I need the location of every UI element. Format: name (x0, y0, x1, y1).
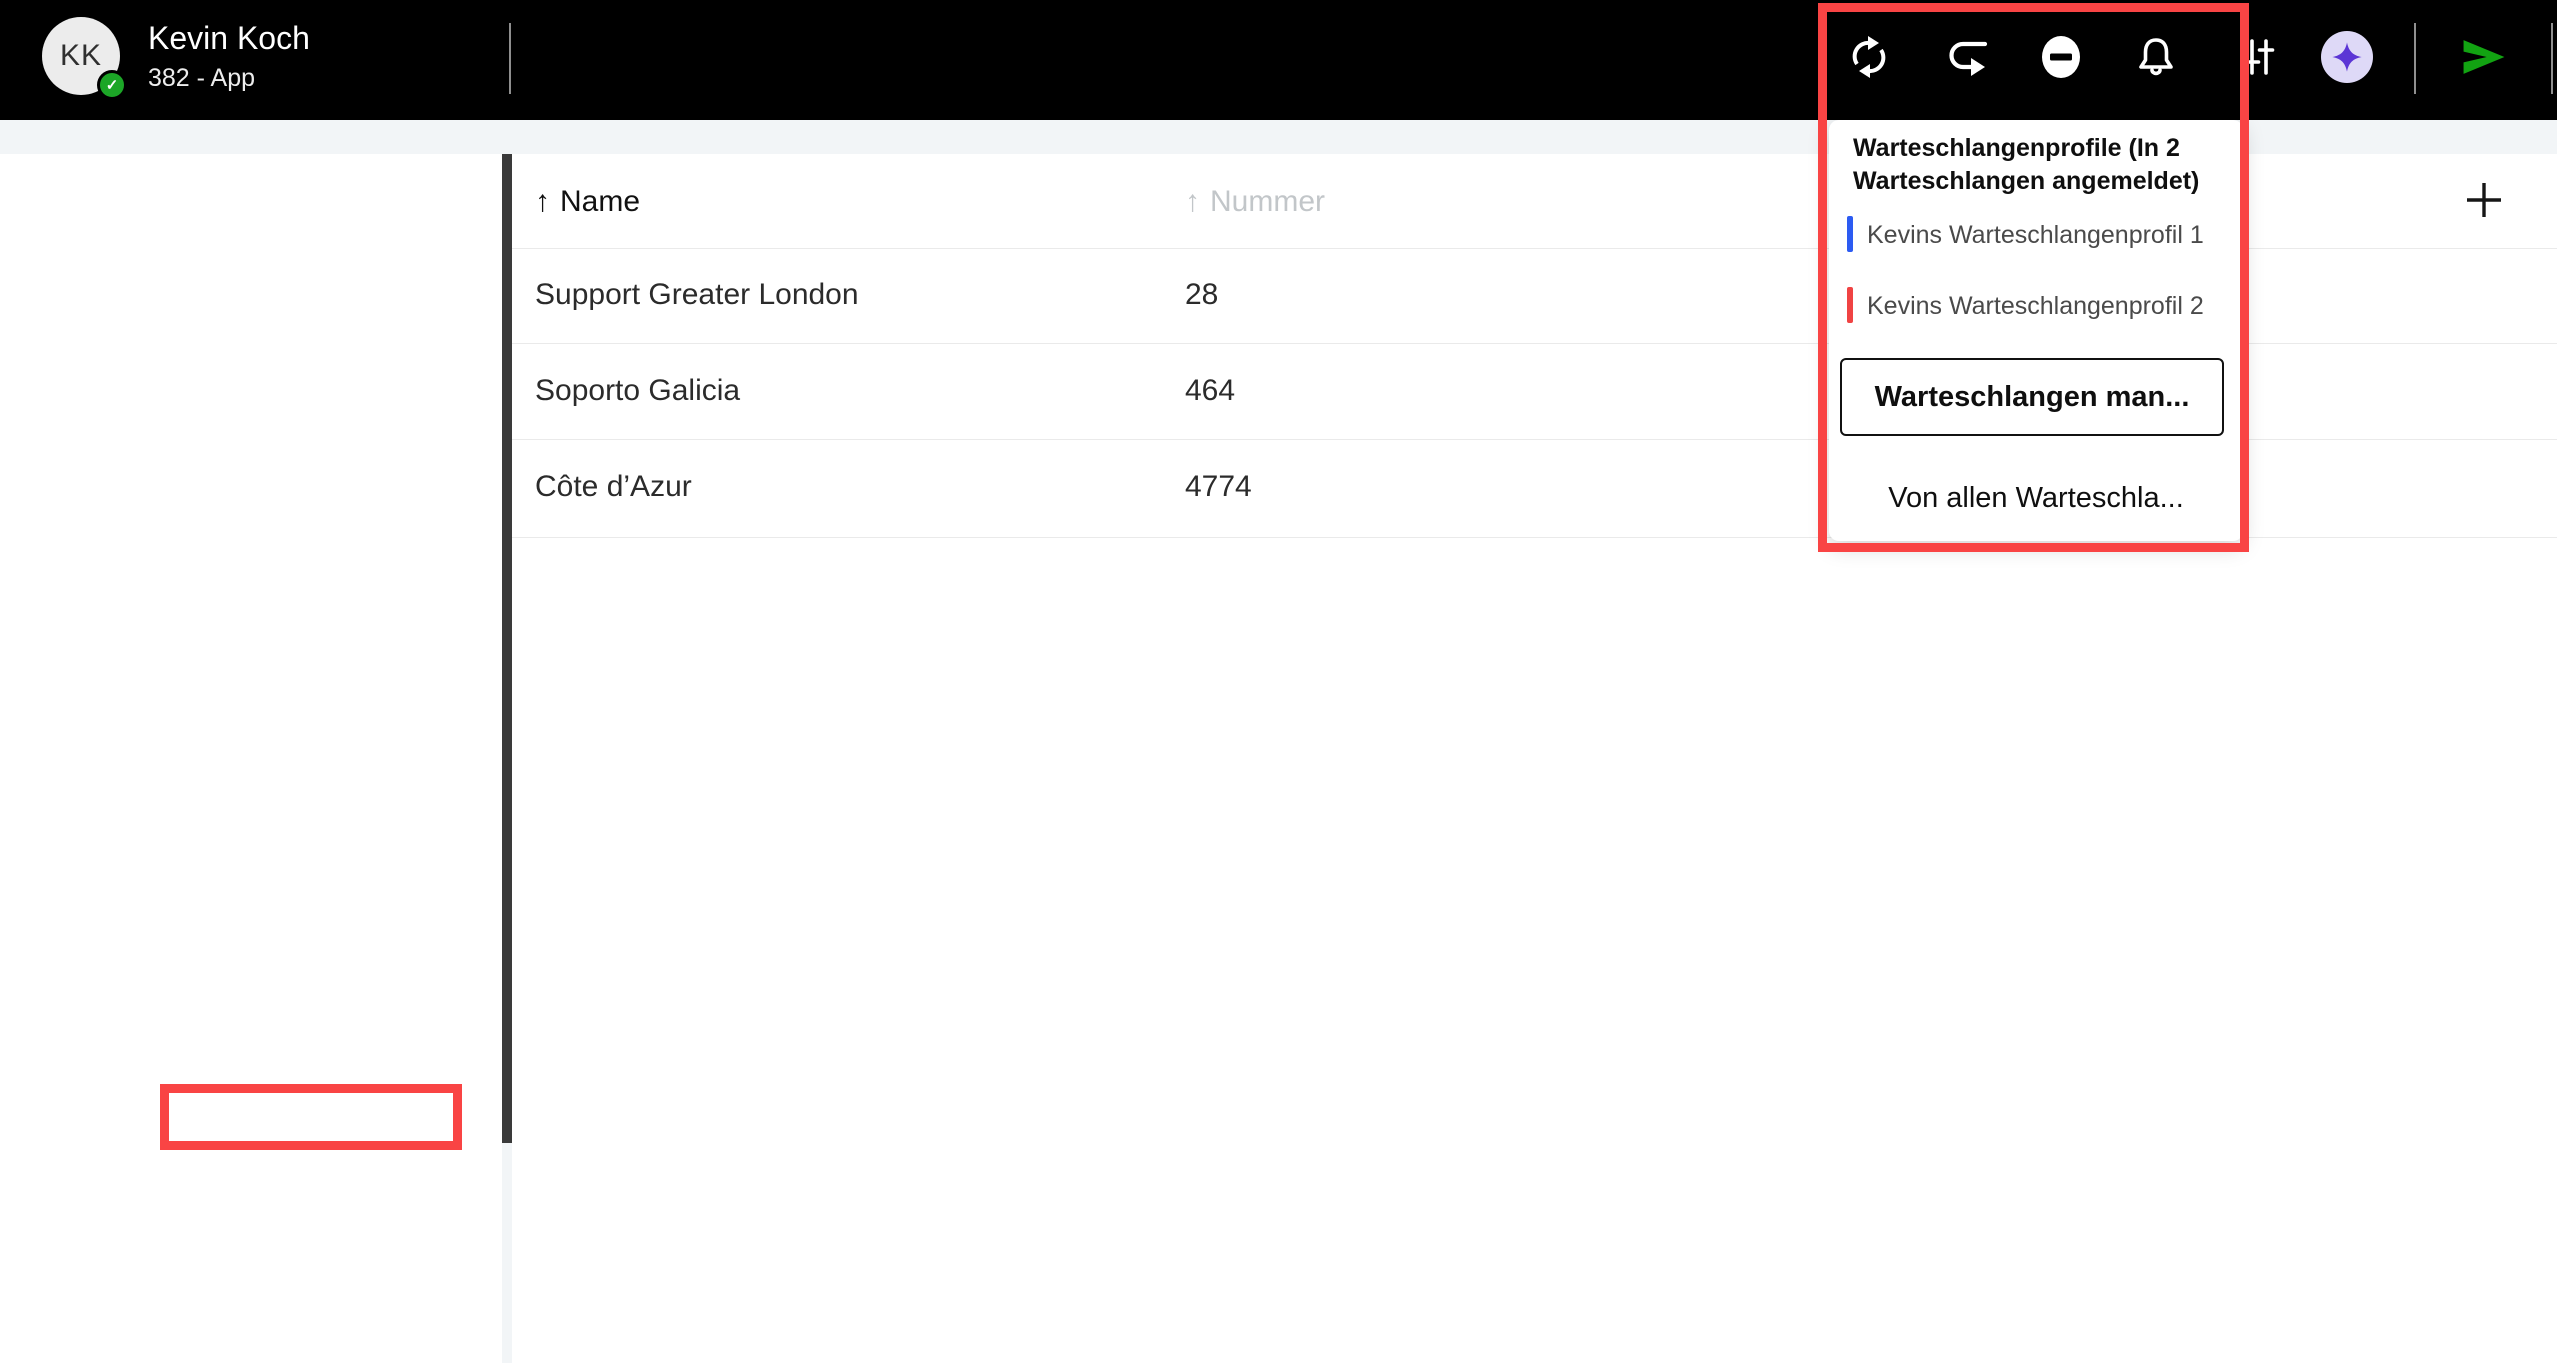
bell-icon[interactable] (2132, 33, 2180, 81)
user-name: Kevin Koch (148, 20, 310, 57)
send-arrow-icon[interactable] (2460, 33, 2508, 81)
call-redirect-icon[interactable] (1942, 33, 1990, 81)
profile-color-bar (1847, 216, 1853, 252)
table-row[interactable] (512, 440, 2557, 534)
sync-icon[interactable] (1845, 33, 1893, 81)
topbar-divider (509, 23, 511, 94)
topbar-divider (2414, 23, 2416, 94)
cell-queue-name: Côte d’Azur (535, 470, 692, 504)
column-label: Name (560, 185, 640, 218)
plus-icon (2465, 181, 2503, 219)
row-divider (512, 537, 2557, 538)
table-row[interactable] (512, 344, 2557, 438)
cell-queue-number: 4774 (1185, 470, 1252, 504)
dropdown-profile-2[interactable]: Kevins Warteschlangenprofil 2 (1867, 292, 2204, 321)
dropdown-title: Warteschlangenprofile (In 2 Warteschlang… (1853, 132, 2205, 198)
ai-assistant-button[interactable] (2321, 31, 2373, 83)
column-header-name[interactable]: ↑ Name (535, 185, 640, 219)
user-extension: 382 - App (148, 64, 255, 93)
sidebar (0, 154, 502, 1363)
topbar-divider (2551, 23, 2553, 94)
profile-color-bar (1847, 287, 1853, 323)
add-queue-button[interactable] (2462, 178, 2506, 222)
sliders-icon[interactable] (2234, 33, 2282, 81)
cell-queue-number: 28 (1185, 278, 1218, 312)
cell-queue-number: 464 (1185, 374, 1235, 408)
sort-asc-icon: ↑ (535, 185, 550, 218)
manage-queues-button[interactable]: Warteschlangen man... (1840, 358, 2224, 436)
column-header-nummer[interactable]: ↑ Nummer (1185, 185, 1325, 219)
column-label: Nummer (1210, 185, 1325, 218)
sparkle-icon (2331, 41, 2363, 73)
dropdown-profile-1[interactable]: Kevins Warteschlangenprofil 1 (1867, 221, 2204, 250)
sort-asc-icon: ↑ (1185, 185, 1200, 218)
cell-queue-name: Support Greater London (535, 278, 859, 312)
logout-all-queues-action[interactable]: Von allen Warteschla... (1829, 482, 2243, 515)
online-status-icon: ✓ (97, 70, 127, 100)
sidebar-scrollbar[interactable] (502, 154, 512, 1143)
cell-queue-name: Soporto Galicia (535, 374, 740, 408)
do-not-disturb-icon[interactable] (2037, 33, 2085, 81)
